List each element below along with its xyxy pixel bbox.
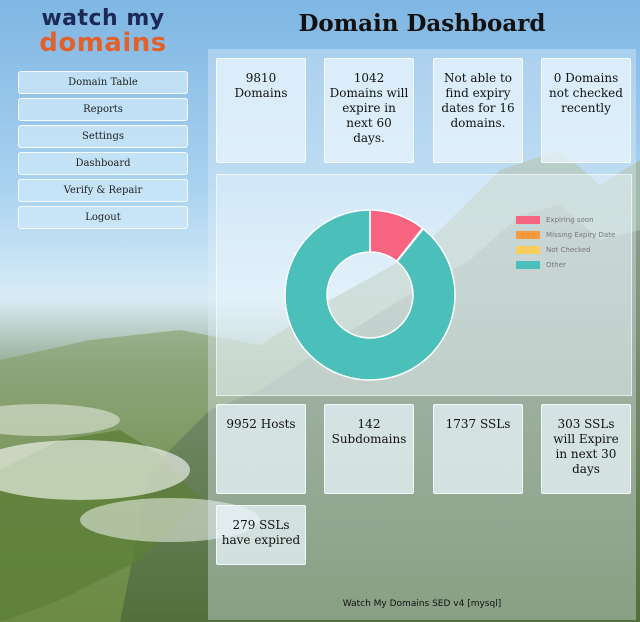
legend-item-other[interactable]: Other [516,257,615,272]
logo-text-bottom: domains [39,28,167,58]
stat-card-expiring-domains[interactable]: 1042 Domains will expire in next 60 days… [324,58,414,163]
nav-reports-button[interactable]: Reports [18,98,188,121]
stat-card-subdomains[interactable]: 142 Subdomains [324,404,414,494]
legend-swatch [516,245,540,254]
stat-card-missing-expiry[interactable]: Not able to find expiry dates for 16 dom… [433,58,523,163]
app-logo[interactable]: watch my domains [18,6,188,58]
legend-label: Other [546,260,566,269]
legend-label: Expiring soon [546,215,594,224]
nav-domain-table-button[interactable]: Domain Table [18,71,188,94]
nav-settings-button[interactable]: Settings [18,125,188,148]
nav-logout-button[interactable]: Logout [18,206,188,229]
footer-version: Watch My Domains SED v4 [mysql] [342,599,502,609]
legend-swatch [516,230,540,239]
donut-slice-other[interactable] [284,209,456,381]
page-title: Domain Dashboard [298,10,546,37]
stat-card-ssls-expiring[interactable]: 303 SSLs will Expire in next 30 days [541,404,631,494]
stat-card-domains[interactable]: 9810 Domains [216,58,306,163]
legend-label: Missing Expiry Date [546,230,616,239]
legend-item-missing-expiry-date[interactable]: Missing Expiry Date [516,227,615,242]
stat-card-ssls-expired[interactable]: 279 SSLs have expired [216,505,306,565]
sidebar-nav: Domain Table Reports Settings Dashboard … [18,71,188,233]
stat-card-ssls[interactable]: 1737 SSLs [433,404,523,494]
legend-swatch [516,215,540,224]
domain-status-donut-chart [284,209,456,381]
legend-label: Not Checked [546,245,591,254]
nav-verify-repair-button[interactable]: Verify & Repair [18,179,188,202]
legend-swatch [516,260,540,269]
nav-dashboard-button[interactable]: Dashboard [18,152,188,175]
stat-card-not-checked[interactable]: 0 Domains not checked recently [541,58,631,163]
logo-text-top: watch my [41,6,165,31]
legend-item-not-checked[interactable]: Not Checked [516,242,615,257]
legend-item-expiring-soon[interactable]: Expiring soon [516,212,615,227]
stat-card-hosts[interactable]: 9952 Hosts [216,404,306,494]
chart-legend: Expiring soon Missing Expiry Date Not Ch… [516,212,615,272]
